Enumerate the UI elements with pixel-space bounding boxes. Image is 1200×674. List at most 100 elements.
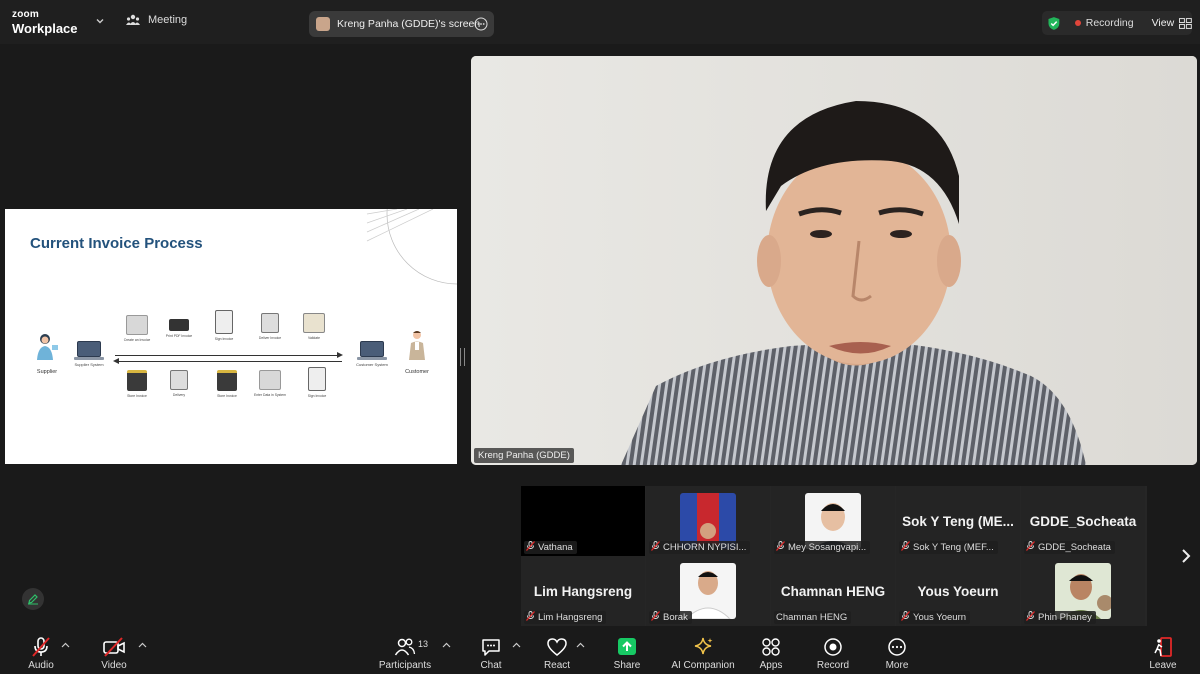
customer-system: Customer System: [350, 341, 394, 368]
customer-system-label: Customer System: [356, 362, 388, 367]
participant-tile-chamnan[interactable]: Chamnan HENG Chamnan HENG: [771, 556, 895, 626]
delivery-icon: [170, 370, 188, 390]
participant-tile-lim[interactable]: Lim Hangsreng Lim Hangsreng: [521, 556, 645, 626]
forward-arrow: [115, 355, 340, 356]
share-label: Share: [613, 660, 641, 671]
step-enter-data: Enter Data in System: [250, 370, 290, 397]
speaker-video-image: [471, 56, 1197, 465]
keyboard-icon: [126, 315, 148, 335]
record-button[interactable]: Record: [798, 636, 868, 671]
step-validate: Validate: [294, 313, 334, 340]
chevron-right-icon[interactable]: [1180, 548, 1192, 564]
view-button[interactable]: View: [1152, 17, 1175, 29]
chevron-up-icon[interactable]: [442, 642, 451, 648]
participant-tile-sok[interactable]: Sok Y Teng (ME... Sok Y Teng (MEF...: [896, 486, 1020, 556]
mic-muted-icon: [776, 541, 785, 554]
supplier-system: Supplier System: [67, 341, 111, 368]
participant-tile-socheata[interactable]: GDDE_Socheata GDDE_Socheata: [1021, 486, 1145, 556]
participants-label: Participants: [378, 660, 432, 671]
microphone-muted-icon: [32, 637, 50, 657]
participant-tile-vathana[interactable]: Vathana: [521, 486, 645, 556]
person-icon: [37, 334, 58, 360]
step-store-invoice-2: Store Invoice: [207, 370, 247, 398]
backward-arrow: [117, 361, 342, 362]
participant-tile-borak[interactable]: Borak: [646, 556, 770, 626]
more-options-icon[interactable]: [474, 17, 488, 31]
keyboard-icon: [259, 370, 281, 390]
mic-muted-icon: [1026, 611, 1035, 624]
ai-companion-button[interactable]: AI Companion: [667, 636, 739, 671]
zoom-workplace-logo[interactable]: zoom Workplace: [12, 10, 78, 36]
arrow-head-left-icon: [113, 358, 119, 364]
participant-display-name: Lim Hangsreng: [533, 584, 633, 599]
more-label: More: [885, 660, 909, 671]
gallery-view-icon[interactable]: [1179, 17, 1193, 29]
participants-button[interactable]: Participants: [370, 636, 440, 671]
apps-button[interactable]: Apps: [736, 636, 806, 671]
screen-share-indicator[interactable]: Kreng Panha (GDDE)'s screen: [309, 11, 494, 37]
react-label: React: [543, 660, 571, 671]
cabinet-icon: [217, 370, 237, 391]
chevron-up-icon[interactable]: [61, 642, 70, 648]
leave-label: Leave: [1149, 660, 1177, 671]
participant-tile-chhorn[interactable]: CHHORN NYPISI...: [646, 486, 770, 556]
participant-tile-yous[interactable]: Yous Yoeurn Yous Yoeurn: [896, 556, 1020, 626]
annotate-button[interactable]: [22, 588, 44, 610]
step-sign-invoice-2: Sign Invoice: [297, 367, 337, 398]
more-button[interactable]: More: [862, 636, 932, 671]
mic-muted-icon: [901, 611, 910, 624]
customer-label: Customer: [405, 369, 429, 375]
participant-tile-mey[interactable]: Mey Sosangvapi...: [771, 486, 895, 556]
participant-name-label: Mey Sosangvapi...: [774, 541, 871, 554]
mic-muted-icon: [526, 611, 535, 624]
shield-icon[interactable]: [1047, 16, 1061, 31]
document-icon: [308, 367, 326, 391]
sparkle-icon: [694, 637, 713, 655]
participant-tile-phin[interactable]: Phin Phaney: [1021, 556, 1145, 626]
step-label: Sign Invoice: [307, 394, 327, 398]
participants-icon: [394, 638, 416, 656]
meeting-info-button[interactable]: Meeting: [126, 14, 187, 26]
record-label: Record: [816, 660, 850, 671]
leave-icon: [1154, 637, 1172, 657]
pencil-icon: [28, 594, 38, 605]
chevron-up-icon[interactable]: [138, 642, 147, 648]
apps-label: Apps: [759, 660, 783, 671]
chat-label: Chat: [480, 660, 502, 671]
step-delivery: Delivery: [159, 370, 199, 397]
mic-muted-icon: [651, 611, 660, 624]
participant-display-name: Chamnan HENG: [780, 584, 886, 599]
step-create-invoice: Create an Invoice: [117, 315, 157, 342]
customer-actor: Customer: [395, 329, 439, 375]
mic-muted-icon: [1026, 541, 1035, 554]
chevron-down-icon[interactable]: [94, 15, 106, 27]
mic-muted-icon: [526, 541, 535, 554]
step-sign-invoice: Sign Invoice: [204, 310, 244, 341]
step-label: Sign Invoice: [214, 337, 234, 341]
step-label: Print PDF Invoice: [165, 334, 193, 338]
participants-count: 13: [418, 639, 429, 649]
participant-name-label: GDDE_Socheata: [1024, 541, 1115, 554]
active-speaker-video[interactable]: [471, 56, 1197, 465]
step-deliver-invoice: Deliver Invoice: [250, 313, 290, 340]
supplier-actor: Supplier: [25, 331, 69, 375]
leave-button[interactable]: Leave: [1128, 636, 1198, 671]
participant-name-label: Lim Hangsreng: [524, 611, 607, 624]
top-bar: zoom Workplace Meeting Kreng Panha (GDDE…: [0, 0, 1200, 44]
participant-name-label: CHHORN NYPISI...: [649, 541, 751, 554]
more-icon: [888, 638, 906, 656]
resize-splitter[interactable]: [460, 348, 465, 366]
record-icon: [824, 638, 842, 656]
share-screen-icon: [618, 638, 636, 655]
chevron-up-icon[interactable]: [576, 642, 585, 648]
recording-label[interactable]: Recording: [1086, 17, 1134, 29]
share-button[interactable]: Share: [592, 636, 662, 671]
brand-large: Workplace: [12, 21, 78, 36]
chevron-up-icon[interactable]: [512, 642, 521, 648]
step-print-pdf: Print PDF Invoice: [159, 315, 199, 338]
step-label: Store Invoice: [217, 394, 237, 398]
delivery-doc-icon: [261, 313, 279, 333]
step-label: Validate: [307, 336, 320, 340]
cabinet-icon: [127, 370, 147, 391]
step-store-invoice-1: Store Invoice: [117, 370, 157, 398]
